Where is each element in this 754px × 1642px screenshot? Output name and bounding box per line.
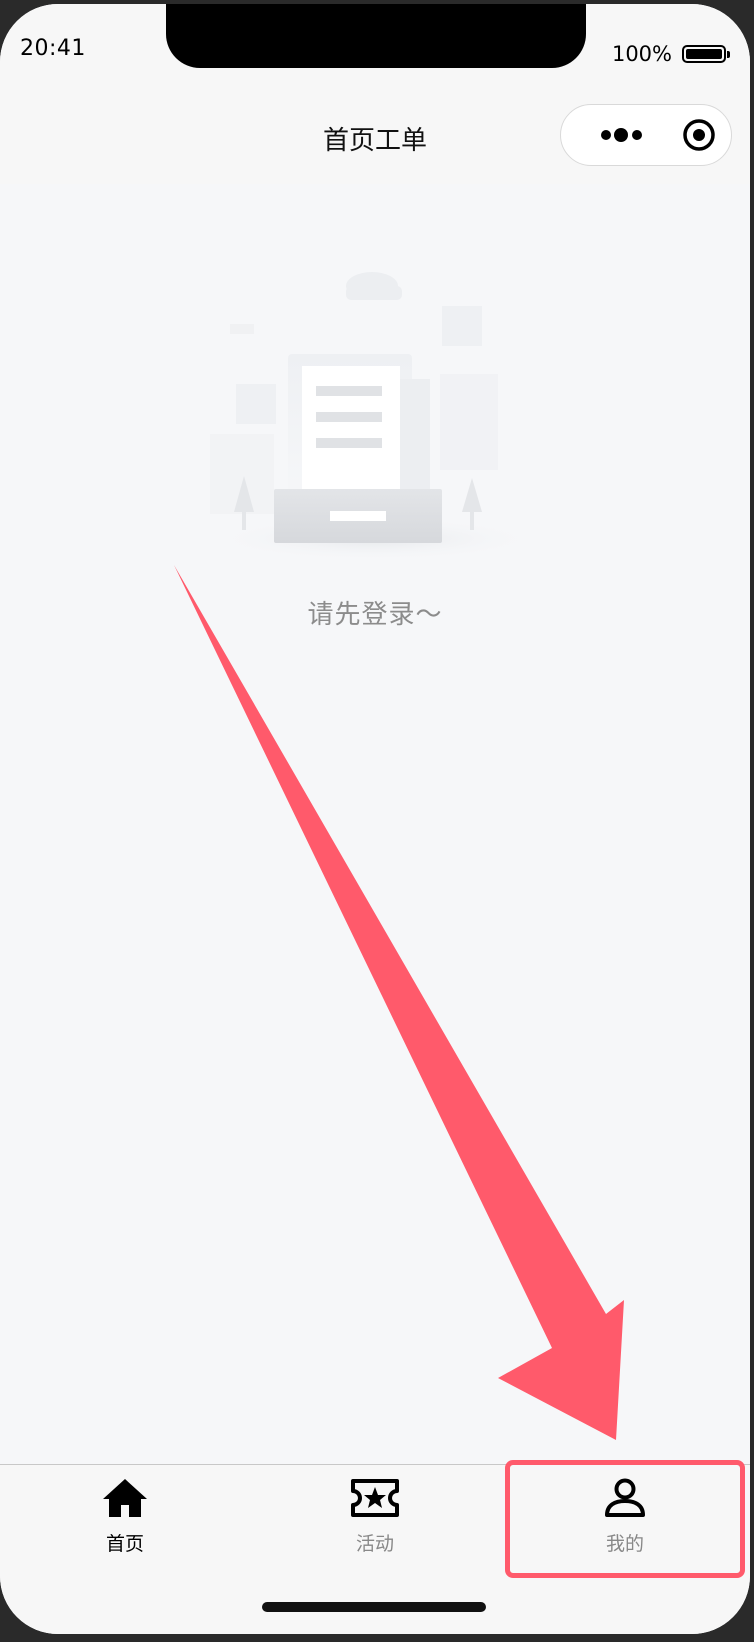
tab-activity[interactable]: 活动	[250, 1475, 500, 1565]
ticket-star-icon	[350, 1475, 400, 1521]
status-bar: 20:41 100%	[0, 4, 750, 94]
device-notch	[166, 4, 586, 68]
login-prompt-text: 请先登录～	[307, 600, 443, 630]
battery-icon	[682, 45, 730, 63]
tab-activity-label: 活动	[355, 1533, 394, 1555]
phone-screen: 20:41 100% 首页工单 请先登录～ 首页 活动 我的	[0, 4, 750, 1634]
battery-indicator: 100%	[611, 42, 730, 66]
navigation-bar: 首页工单	[0, 94, 750, 184]
tab-home[interactable]: 首页	[0, 1475, 250, 1565]
annotation-highlight-box	[505, 1460, 745, 1578]
target-close-icon[interactable]	[681, 117, 717, 153]
tab-home-label: 首页	[105, 1533, 144, 1555]
status-time: 20:41	[20, 36, 86, 61]
battery-percent: 100%	[611, 42, 672, 66]
home-icon	[100, 1475, 150, 1521]
main-content: 请先登录～	[0, 184, 750, 1464]
more-dots-icon[interactable]	[581, 115, 663, 155]
empty-document-illustration	[200, 264, 550, 574]
mini-program-capsule	[560, 104, 732, 166]
home-indicator	[262, 1602, 486, 1612]
